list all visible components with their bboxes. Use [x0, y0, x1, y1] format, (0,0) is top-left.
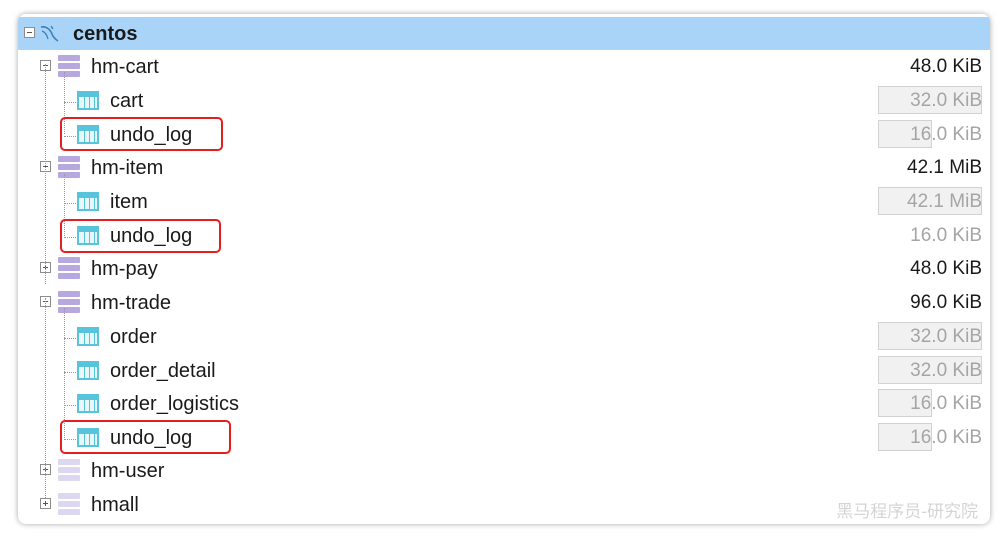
table-icon: [77, 91, 99, 110]
tree-row-table[interactable]: undo_log 16.0 KiB: [18, 118, 990, 151]
table-size: 32.0 KiB: [910, 360, 982, 381]
tree-row-table[interactable]: order 32.0 KiB: [18, 320, 990, 353]
tree-row-table[interactable]: item 42.1 MiB: [18, 185, 990, 218]
database-icon: [58, 156, 80, 178]
table-name: undo_log: [110, 225, 193, 247]
table-icon: [77, 394, 99, 413]
tree-row-schema[interactable]: hm-user: [18, 454, 990, 487]
watermark: 黑马程序员-研究院: [836, 502, 978, 522]
tree-row-schema[interactable]: hm-pay 48.0 KiB: [18, 252, 990, 285]
schema-size: 96.0 KiB: [910, 292, 982, 313]
tree-connector: [64, 136, 76, 137]
table-size: 42.1 MiB: [907, 191, 982, 212]
schema-name: hm-item: [91, 157, 164, 179]
tree-connector: [64, 102, 76, 103]
tree-connector: [64, 405, 76, 406]
tree-connector: [64, 372, 76, 373]
table-name: order_detail: [110, 360, 216, 382]
tree-row-connection[interactable]: centos: [18, 17, 990, 50]
tree-connector: [64, 308, 65, 438]
object-tree-panel: centos hm-cart 48.0 KiB cart 32.0 KiB un…: [18, 14, 990, 524]
database-icon: [58, 459, 80, 481]
connection-name: centos: [73, 23, 138, 45]
schema-name: hm-user: [91, 460, 165, 482]
table-icon: [77, 226, 99, 245]
tree-row-table[interactable]: order_logistics 16.0 KiB: [18, 387, 990, 420]
table-size: 32.0 KiB: [910, 326, 982, 347]
mysql-dolphin-icon: [40, 25, 59, 42]
schema-size: 42.1 MiB: [907, 157, 982, 178]
tree-connector: [45, 298, 46, 498]
tree-row-schema[interactable]: hm-cart 48.0 KiB: [18, 50, 990, 83]
table-name: order_logistics: [110, 393, 239, 415]
table-size: 16.0 KiB: [910, 393, 982, 414]
tree-connector: [64, 338, 76, 339]
table-icon: [77, 125, 99, 144]
tree-connector: [64, 174, 65, 236]
collapse-toggle-icon[interactable]: [24, 27, 35, 38]
schema-name: hm-cart: [91, 56, 159, 78]
table-size: 16.0 KiB: [910, 427, 982, 448]
tree-connector: [64, 237, 76, 238]
tree-row-schema[interactable]: hm-item 42.1 MiB: [18, 151, 990, 184]
table-name: undo_log: [110, 427, 193, 449]
tree-row-table[interactable]: order_detail 32.0 KiB: [18, 354, 990, 387]
schema-name: hm-trade: [91, 292, 172, 314]
tree-row-table[interactable]: cart 32.0 KiB: [18, 84, 990, 117]
tree-connector: [64, 439, 76, 440]
table-name: order: [110, 326, 157, 348]
tree-row-table[interactable]: undo_log 16.0 KiB: [18, 219, 990, 252]
schema-size: 48.0 KiB: [910, 56, 982, 77]
table-name: cart: [110, 90, 144, 112]
database-icon: [58, 493, 80, 515]
object-tree: centos hm-cart 48.0 KiB cart 32.0 KiB un…: [18, 14, 990, 524]
tree-connector: [64, 203, 76, 204]
schema-name: hm-pay: [91, 258, 158, 280]
tree-row-schema[interactable]: hm-trade 96.0 KiB: [18, 286, 990, 319]
schema-name: hmall: [91, 494, 139, 516]
database-icon: [58, 55, 80, 77]
expand-toggle-icon[interactable]: [40, 498, 51, 509]
table-icon: [77, 327, 99, 346]
table-size: 32.0 KiB: [910, 90, 982, 111]
table-name: item: [110, 191, 148, 213]
table-icon: [77, 361, 99, 380]
table-size: 16.0 KiB: [910, 124, 982, 145]
table-size: 16.0 KiB: [910, 225, 982, 246]
tree-row-table[interactable]: undo_log 16.0 KiB: [18, 421, 990, 454]
database-icon: [58, 291, 80, 313]
tree-connector: [45, 64, 46, 284]
tree-connector: [64, 72, 65, 134]
database-icon: [58, 257, 80, 279]
schema-size: 48.0 KiB: [910, 258, 982, 279]
table-name: undo_log: [110, 124, 193, 146]
table-icon: [77, 192, 99, 211]
table-icon: [77, 428, 99, 447]
